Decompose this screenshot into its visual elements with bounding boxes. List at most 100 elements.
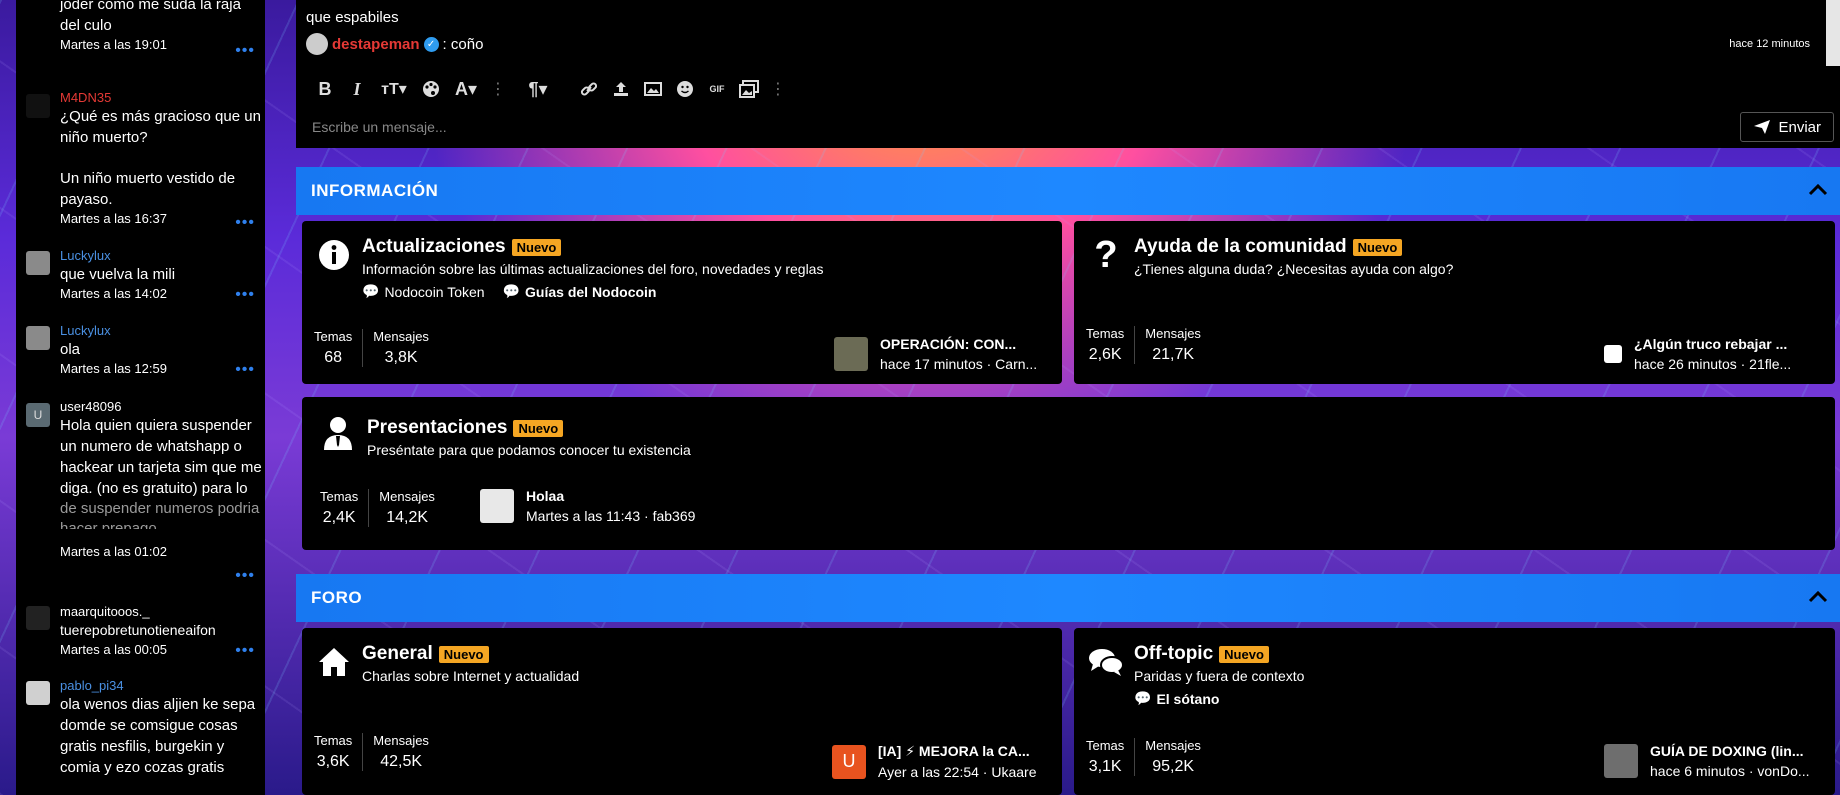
shout-options-button[interactable]: ••• xyxy=(235,287,255,303)
forum-node-actualizaciones[interactable]: Actualizaciones Nuevo Información sobre … xyxy=(302,221,1062,384)
shout-text: que vuelva la mili xyxy=(60,266,176,283)
user-tie-icon xyxy=(320,415,356,451)
avatar[interactable] xyxy=(26,326,50,350)
stat-label: Temas xyxy=(320,489,359,504)
last-post-title[interactable]: OPERACIÓN: CON... xyxy=(880,336,1037,352)
shout-username[interactable]: user48096 xyxy=(60,399,265,415)
shout-options-button[interactable]: ••• xyxy=(235,362,255,378)
shout-username[interactable]: maarquitooos._ xyxy=(60,604,265,620)
avatar[interactable] xyxy=(26,94,50,118)
font-icon[interactable]: A▾ xyxy=(452,78,480,100)
subforum-link[interactable]: 💬 El sótano xyxy=(1134,690,1219,707)
more-icon[interactable]: ⋮ xyxy=(770,79,786,99)
stat-value: 3,1K xyxy=(1088,758,1122,775)
shout-options-button[interactable]: ••• xyxy=(235,643,255,659)
forum-node-general[interactable]: General Nuevo Charlas sobre Internet y a… xyxy=(302,628,1062,795)
stat-value: 95,2K xyxy=(1152,758,1195,775)
subforum-label: Nodocoin Token xyxy=(384,283,485,300)
stat-label: Mensajes xyxy=(1145,326,1201,341)
forum-node-presentaciones[interactable]: Presentaciones Nuevo Preséntate para que… xyxy=(302,397,1835,550)
subforum-link[interactable]: 💬 Guías del Nodocoin xyxy=(503,283,657,300)
avatar[interactable] xyxy=(26,681,50,705)
chevron-up-icon[interactable] xyxy=(1808,586,1828,609)
forum-node-offtopic[interactable]: Off-topic Nuevo Paridas y fuera de conte… xyxy=(1074,628,1835,795)
node-stats: Temas 3,6K Mensajes 42,5K xyxy=(304,733,439,771)
shout-text-faded: de suspender numeros podria hacer prepag… xyxy=(60,500,260,529)
node-stats: Temas 2,4K Mensajes 14,2K xyxy=(310,489,445,527)
shout-time: Martes a las 01:02 xyxy=(60,544,167,559)
new-badge: Nuevo xyxy=(511,238,562,256)
avatar[interactable] xyxy=(1604,345,1622,363)
subforum-label: El sótano xyxy=(1156,690,1220,707)
shout-options-button[interactable]: ••• xyxy=(235,43,255,59)
avatar[interactable] xyxy=(1604,744,1638,778)
stat-temas: Temas 3,1K xyxy=(1076,738,1134,776)
avatar[interactable]: U xyxy=(26,403,50,427)
avatar[interactable] xyxy=(26,606,50,630)
node-stats: Temas 68 Mensajes 3,8K xyxy=(304,329,439,367)
chat-message-text: : coño xyxy=(442,35,484,53)
more-icon[interactable]: ⋮ xyxy=(490,79,506,99)
stat-value: 68 xyxy=(324,349,343,366)
avatar[interactable]: U xyxy=(832,744,866,779)
text-size-icon[interactable]: тT▾ xyxy=(378,78,410,100)
shout-message: Luckylux que vuelva la mili Martes a las… xyxy=(16,248,265,303)
paragraph-icon[interactable]: ¶▾ xyxy=(524,78,552,100)
image-icon[interactable] xyxy=(642,78,664,100)
shout-username[interactable]: Luckylux xyxy=(60,323,265,339)
last-post: GUÍA DE DOXING (lin... hace 6 minutos · … xyxy=(1604,743,1829,779)
shout-text: ola wenos dias aljien ke sepa domde se c… xyxy=(60,696,256,776)
gif-icon[interactable]: GIF xyxy=(706,78,728,100)
node-description: ¿Tienes alguna duda? ¿Necesitas ayuda co… xyxy=(1134,261,1454,277)
node-title[interactable]: General xyxy=(362,643,433,665)
avatar[interactable] xyxy=(480,489,514,523)
send-button[interactable]: Enviar xyxy=(1740,112,1834,142)
last-post-title[interactable]: [IA] ⚡ MEJORA la CA... xyxy=(878,743,1037,760)
last-post-title[interactable]: Holaa xyxy=(526,488,695,504)
last-post-title[interactable]: GUÍA DE DOXING (lin... xyxy=(1650,743,1810,759)
link-icon[interactable] xyxy=(578,78,600,100)
node-title[interactable]: Ayuda de la comunidad xyxy=(1134,236,1347,258)
chevron-up-icon[interactable] xyxy=(1808,179,1828,202)
forum-node-ayuda[interactable]: ? Ayuda de la comunidad Nuevo ¿Tienes al… xyxy=(1074,221,1835,384)
avatar[interactable] xyxy=(26,251,50,275)
stat-value: 21,7K xyxy=(1152,346,1195,363)
palette-icon[interactable] xyxy=(420,78,442,100)
last-post-title[interactable]: ¿Algún truco rebajar ... xyxy=(1634,336,1791,352)
node-title[interactable]: Actualizaciones xyxy=(362,236,506,258)
node-description: Charlas sobre Internet y actualidad xyxy=(362,668,580,684)
shout-username[interactable]: M4DN35 xyxy=(60,90,265,106)
category-header-foro[interactable]: FORO xyxy=(296,574,1840,622)
chat-username[interactable]: destapeman xyxy=(332,36,420,53)
info-icon xyxy=(316,237,352,273)
scrollbar[interactable] xyxy=(1826,0,1840,66)
node-title[interactable]: Presentaciones xyxy=(367,417,507,439)
message-input[interactable] xyxy=(304,112,1714,142)
last-post: OPERACIÓN: CON... hace 17 minutos · Carn… xyxy=(834,336,1054,372)
node-title[interactable]: Off-topic xyxy=(1134,643,1213,665)
subforum-link[interactable]: 💬 Nodocoin Token xyxy=(362,283,485,300)
shout-username[interactable]: Luckylux xyxy=(60,248,265,264)
italic-icon[interactable]: I xyxy=(346,78,368,100)
upload-icon[interactable] xyxy=(610,78,632,100)
shout-username[interactable]: pablo_pi34 xyxy=(60,678,265,694)
new-badge: Nuevo xyxy=(1219,645,1269,663)
stat-label: Mensajes xyxy=(1145,738,1201,753)
shout-options-button[interactable]: ••• xyxy=(235,215,255,231)
shout-options-button[interactable]: ••• xyxy=(235,568,255,584)
shout-message: Luckylux ola Martes a las 12:59 ••• xyxy=(16,323,265,378)
category-header-informacion[interactable]: INFORMACIÓN xyxy=(296,167,1840,215)
bold-icon[interactable]: B xyxy=(314,78,336,100)
comments-icon: 💬 xyxy=(502,283,521,299)
media-icon[interactable] xyxy=(738,78,760,100)
node-description: Información sobre las últimas actualizac… xyxy=(362,261,824,277)
verified-icon: ✓ xyxy=(423,36,439,52)
stat-mensajes: Mensajes 3,8K xyxy=(362,329,439,367)
last-post-meta: Ayer a las 22:54 · Ukaare xyxy=(878,764,1037,780)
avatar[interactable] xyxy=(306,33,328,55)
avatar[interactable] xyxy=(834,337,868,371)
stat-label: Temas xyxy=(1086,738,1125,753)
last-post-meta: hace 17 minutos · Carn... xyxy=(880,356,1038,372)
smilie-icon[interactable] xyxy=(674,78,696,100)
stat-temas: Temas 3,6K xyxy=(304,733,362,771)
